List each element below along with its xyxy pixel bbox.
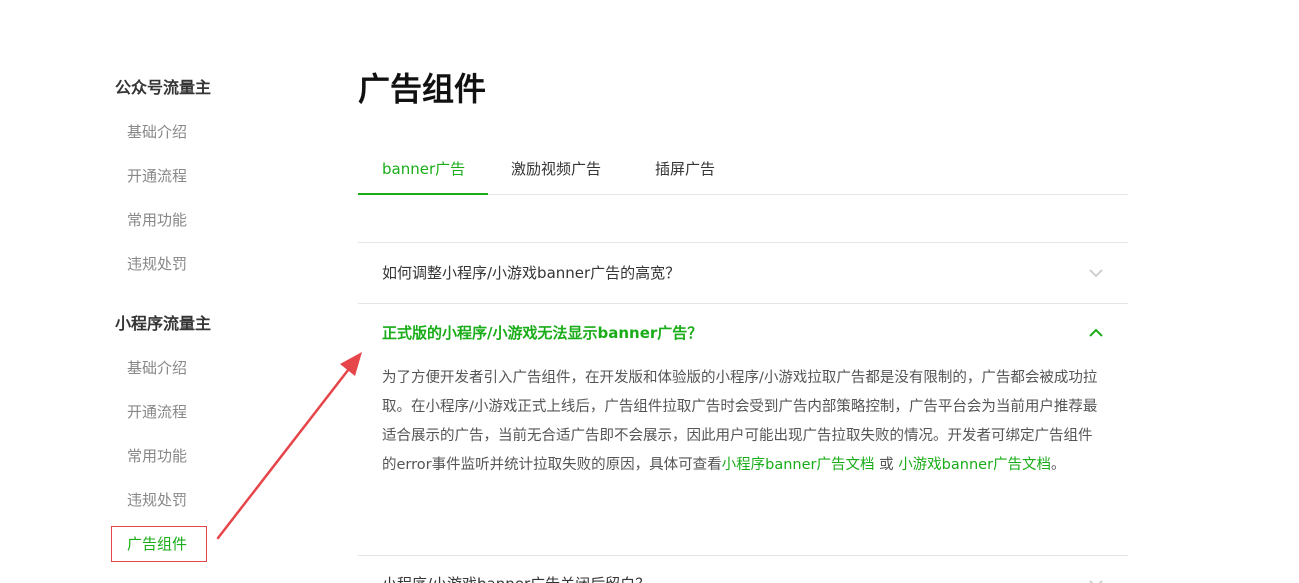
sidebar-item-violation-penalty[interactable]: 违规处罚 bbox=[127, 254, 187, 274]
faq-question-3[interactable]: 小程序/小游戏banner广告关闭后留白？ bbox=[382, 574, 650, 583]
chevron-down-icon[interactable] bbox=[1088, 576, 1104, 583]
divider bbox=[358, 555, 1128, 556]
tab-rewarded-video-ad[interactable]: 激励视频广告 bbox=[511, 159, 601, 179]
sidebar-group-title-mini-program: 小程序流量主 bbox=[115, 314, 212, 333]
sidebar-item-basic-intro[interactable]: 基础介绍 bbox=[127, 122, 187, 142]
answer-end: 。 bbox=[1051, 457, 1066, 473]
divider bbox=[358, 242, 1128, 243]
page: 公众号流量主 基础介绍 开通流程 常用功能 违规处罚 小程序流量主 基础介绍 开… bbox=[0, 0, 1299, 583]
mini-game-banner-doc-link[interactable]: 小游戏banner广告文档 bbox=[898, 457, 1051, 473]
chevron-up-icon[interactable] bbox=[1088, 325, 1104, 341]
sidebar-item-activation-flow[interactable]: 开通流程 bbox=[127, 166, 187, 186]
sidebar-group-title-official-account: 公众号流量主 bbox=[115, 78, 212, 97]
tab-interstitial-ad[interactable]: 插屏广告 bbox=[655, 159, 715, 179]
tab-bar: banner广告 激励视频广告 插屏广告 bbox=[358, 150, 1128, 195]
page-title: 广告组件 bbox=[358, 70, 487, 108]
sidebar-item-mp-violation-penalty[interactable]: 违规处罚 bbox=[127, 490, 187, 510]
sidebar-item-mp-common-features[interactable]: 常用功能 bbox=[127, 446, 187, 466]
sidebar-item-mp-basic-intro[interactable]: 基础介绍 bbox=[127, 358, 187, 378]
answer-connector: 或 bbox=[874, 457, 899, 473]
chevron-down-icon[interactable] bbox=[1088, 265, 1104, 281]
sidebar-item-common-features[interactable]: 常用功能 bbox=[127, 210, 187, 230]
annotation-highlight-box bbox=[111, 526, 207, 562]
faq-question-1[interactable]: 如何调整小程序/小游戏banner广告的高宽？ bbox=[382, 263, 680, 283]
tab-banner-ad[interactable]: banner广告 bbox=[382, 159, 465, 179]
active-tab-indicator bbox=[358, 193, 488, 195]
faq-question-2[interactable]: 正式版的小程序/小游戏无法显示banner广告？ bbox=[382, 323, 702, 343]
divider bbox=[358, 303, 1128, 304]
faq-answer-2: 为了方便开发者引入广告组件，在开发版和体验版的小程序/小游戏拉取广告都是没有限制… bbox=[382, 364, 1104, 480]
mini-program-banner-doc-link[interactable]: 小程序banner广告文档 bbox=[722, 457, 875, 473]
sidebar-item-mp-activation-flow[interactable]: 开通流程 bbox=[127, 402, 187, 422]
